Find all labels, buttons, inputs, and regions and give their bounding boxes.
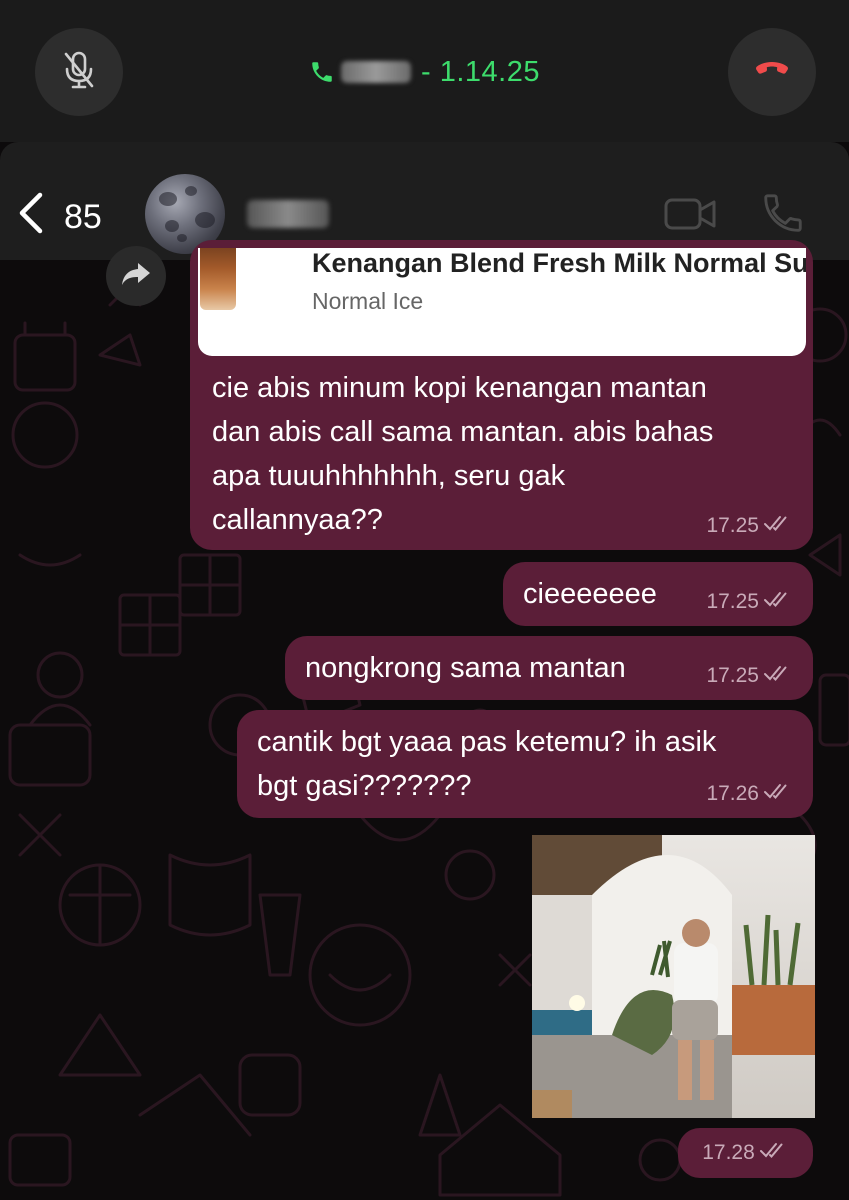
message-time: 17.28 [702, 1141, 755, 1164]
back-button[interactable]: 85 [18, 192, 102, 243]
caller-name-blurred [341, 61, 411, 83]
message-text: nongkrong sama mantan [305, 652, 626, 684]
photo-image [532, 835, 815, 1118]
unread-count: 85 [64, 198, 102, 236]
message-text: cie abis minum kopi kenangan mantan dan … [212, 372, 714, 536]
double-check-icon [755, 1141, 789, 1165]
message-meta: 17.25 [706, 514, 793, 538]
end-call-icon [754, 60, 790, 85]
phone-icon [309, 59, 335, 85]
double-check-icon [759, 590, 793, 614]
message-time: 17.25 [706, 514, 759, 537]
forward-button[interactable] [106, 246, 166, 306]
message-text: cantik bgt yaaa pas ketemu? ih asik bgt … [257, 726, 717, 802]
call-status[interactable]: - 1.14.25 [0, 50, 849, 94]
message-text: cieeeeeee [523, 578, 657, 610]
quoted-title: Kenangan Blend Fresh Milk Normal Su [312, 248, 806, 278]
photo-message[interactable] [532, 835, 815, 1118]
video-call-icon[interactable] [664, 194, 718, 239]
active-call-bar[interactable]: - 1.14.25 [0, 0, 849, 142]
quoted-subtitle: Normal Ice [312, 288, 424, 314]
contact-name-blurred[interactable] [247, 200, 329, 228]
drink-thumbnail [200, 248, 236, 310]
forward-icon [121, 261, 151, 292]
voice-call-icon[interactable] [760, 190, 806, 241]
message-time: 17.25 [706, 590, 759, 613]
chevron-left-icon [18, 192, 44, 243]
message-bubble[interactable]: cieeeeeee 17.25 [503, 562, 813, 626]
message-meta: 17.26 [706, 782, 793, 806]
double-check-icon [759, 514, 793, 538]
end-call-button[interactable] [728, 28, 816, 116]
quoted-message-card[interactable]: Kenangan Blend Fresh Milk Normal Su Norm… [198, 248, 806, 356]
double-check-icon [759, 664, 793, 688]
double-check-icon [759, 782, 793, 806]
message-time: 17.25 [706, 664, 759, 687]
message-time: 17.26 [706, 782, 759, 805]
call-duration: - 1.14.25 [421, 55, 540, 88]
photo-message-meta: 17.28 [678, 1128, 813, 1178]
message-bubble[interactable]: cantik bgt yaaa pas ketemu? ih asik bgt … [237, 710, 813, 818]
message-bubble[interactable]: nongkrong sama mantan 17.25 [285, 636, 813, 700]
message-meta: 17.25 [706, 590, 793, 614]
message-meta: 17.25 [706, 664, 793, 688]
